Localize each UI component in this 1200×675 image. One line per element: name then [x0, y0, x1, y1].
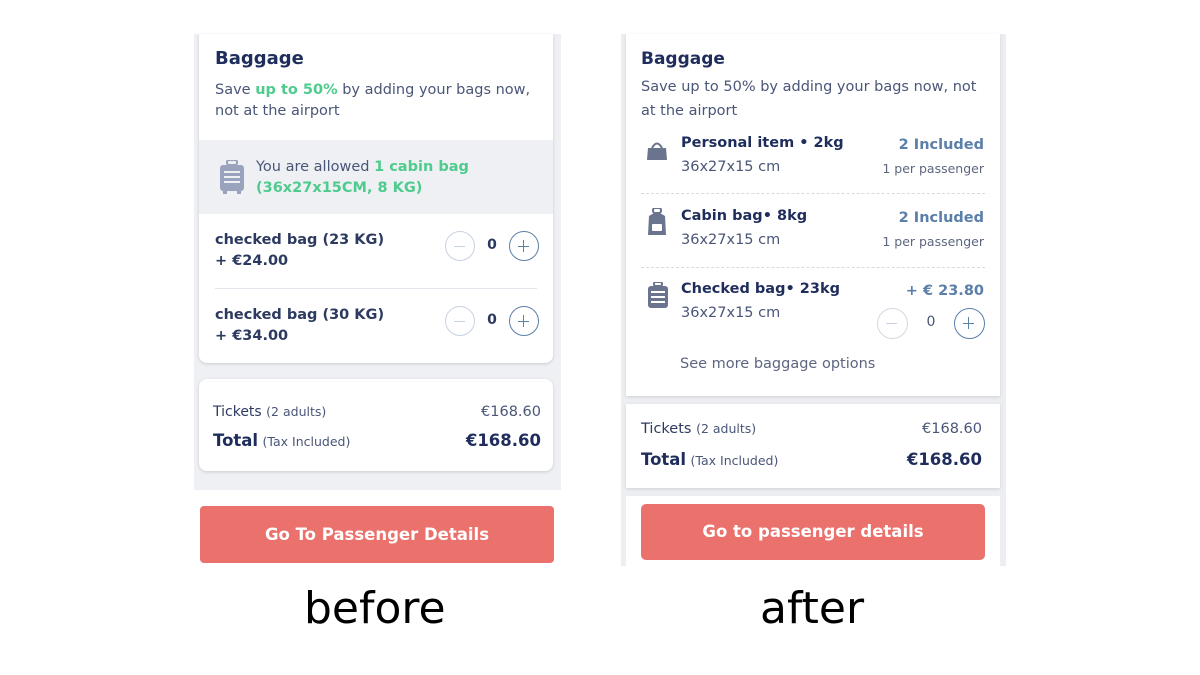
baggage-card: Baggage Save up to 50% by adding your ba… [626, 34, 1000, 396]
go-to-passenger-details-button[interactable]: Go to passenger details [641, 504, 985, 560]
baggage-title: Baggage [641, 49, 725, 69]
allowance-text: You are allowed 1 cabin bag (36x27x15CM,… [256, 157, 506, 199]
after-screen: Baggage Save up to 50% by adding your ba… [621, 34, 1006, 566]
total-label: Total [213, 431, 259, 450]
item-size: 36x27x15 cm [681, 305, 781, 321]
tickets-note: (2 adults) [696, 421, 757, 436]
checked-bag-23-row: checked bag (23 KG) + €24.00 [215, 230, 384, 272]
after-caption: after [760, 583, 865, 634]
quantity-stepper: 0 [445, 231, 539, 265]
item-size: 36x27x15 cm [681, 159, 781, 175]
total-note: (Tax Included) [262, 434, 351, 449]
tickets-label: Tickets [213, 404, 262, 420]
suitcase-icon [648, 282, 668, 308]
tickets-label: Tickets [641, 421, 692, 437]
price-summary-card: Tickets (2 adults) €168.60 Total (Tax In… [199, 379, 553, 471]
tickets-line: Tickets (2 adults) [641, 421, 756, 437]
item-name: Checked bag• 23kg [681, 281, 840, 297]
before-screen: Baggage Save up to 50% by adding your ba… [194, 34, 561, 490]
item-size: 36x27x15 cm [681, 232, 781, 248]
divider [215, 288, 537, 289]
total-value: €168.60 [906, 450, 982, 469]
allowance-label: You are allowed [256, 159, 375, 175]
item-name: Cabin bag• 8kg [681, 208, 808, 224]
total-line: Total (Tax Included) [641, 450, 778, 469]
suitcase-icon [220, 160, 244, 194]
checked-bag-price: + €24.00 [215, 253, 289, 269]
handbag-icon [647, 142, 667, 160]
total-line: Total (Tax Included) [213, 431, 350, 450]
cabin-allowance-banner: You are allowed 1 cabin bag (36x27x15CM,… [199, 140, 553, 214]
tickets-value: €168.60 [922, 421, 982, 437]
baggage-subtitle: Save up to 50% by adding your bags now, … [215, 80, 540, 122]
total-note: (Tax Included) [690, 453, 779, 468]
increase-button[interactable] [954, 308, 985, 339]
tickets-line: Tickets (2 adults) [213, 404, 326, 420]
price-summary-card: Tickets (2 adults) €168.60 Total (Tax In… [626, 404, 1000, 488]
total-value: €168.60 [465, 431, 541, 450]
tickets-value: €168.60 [481, 404, 541, 420]
tickets-note: (2 adults) [266, 404, 327, 419]
backpack-icon [648, 208, 666, 235]
increase-button[interactable] [509, 231, 539, 261]
subtitle-highlight: up to 50% [255, 82, 338, 98]
included-badge: 2 Included [898, 210, 984, 226]
per-passenger-note: 1 per passenger [882, 234, 984, 249]
total-label: Total [641, 450, 687, 469]
checked-bag-price: + € 23.80 [905, 283, 984, 299]
checked-bag-label: checked bag (23 KG) [215, 232, 385, 248]
per-passenger-note: 1 per passenger [882, 161, 984, 176]
divider [641, 267, 985, 268]
baggage-card: Baggage Save up to 50% by adding your ba… [199, 34, 553, 363]
before-caption: before [304, 583, 446, 634]
checked-bag-label: checked bag (30 KG) [215, 307, 385, 323]
item-name: Personal item • 2kg [681, 135, 844, 151]
divider [641, 193, 985, 194]
baggage-subtitle: Save up to 50% by adding your bags now, … [641, 79, 977, 119]
baggage-title: Baggage [215, 48, 304, 69]
go-to-passenger-details-button[interactable]: Go To Passenger Details [200, 506, 554, 563]
checked-bag-30-row: checked bag (30 KG) + €34.00 [215, 305, 384, 347]
subtitle-text: Save [215, 82, 256, 98]
quantity-stepper: 0 [445, 306, 539, 340]
checked-bag-price: + €34.00 [215, 328, 289, 344]
quantity-stepper: 0 [877, 308, 985, 342]
increase-button[interactable] [509, 306, 539, 336]
see-more-baggage-link[interactable]: See more baggage options [680, 356, 875, 372]
included-badge: 2 Included [898, 137, 984, 153]
